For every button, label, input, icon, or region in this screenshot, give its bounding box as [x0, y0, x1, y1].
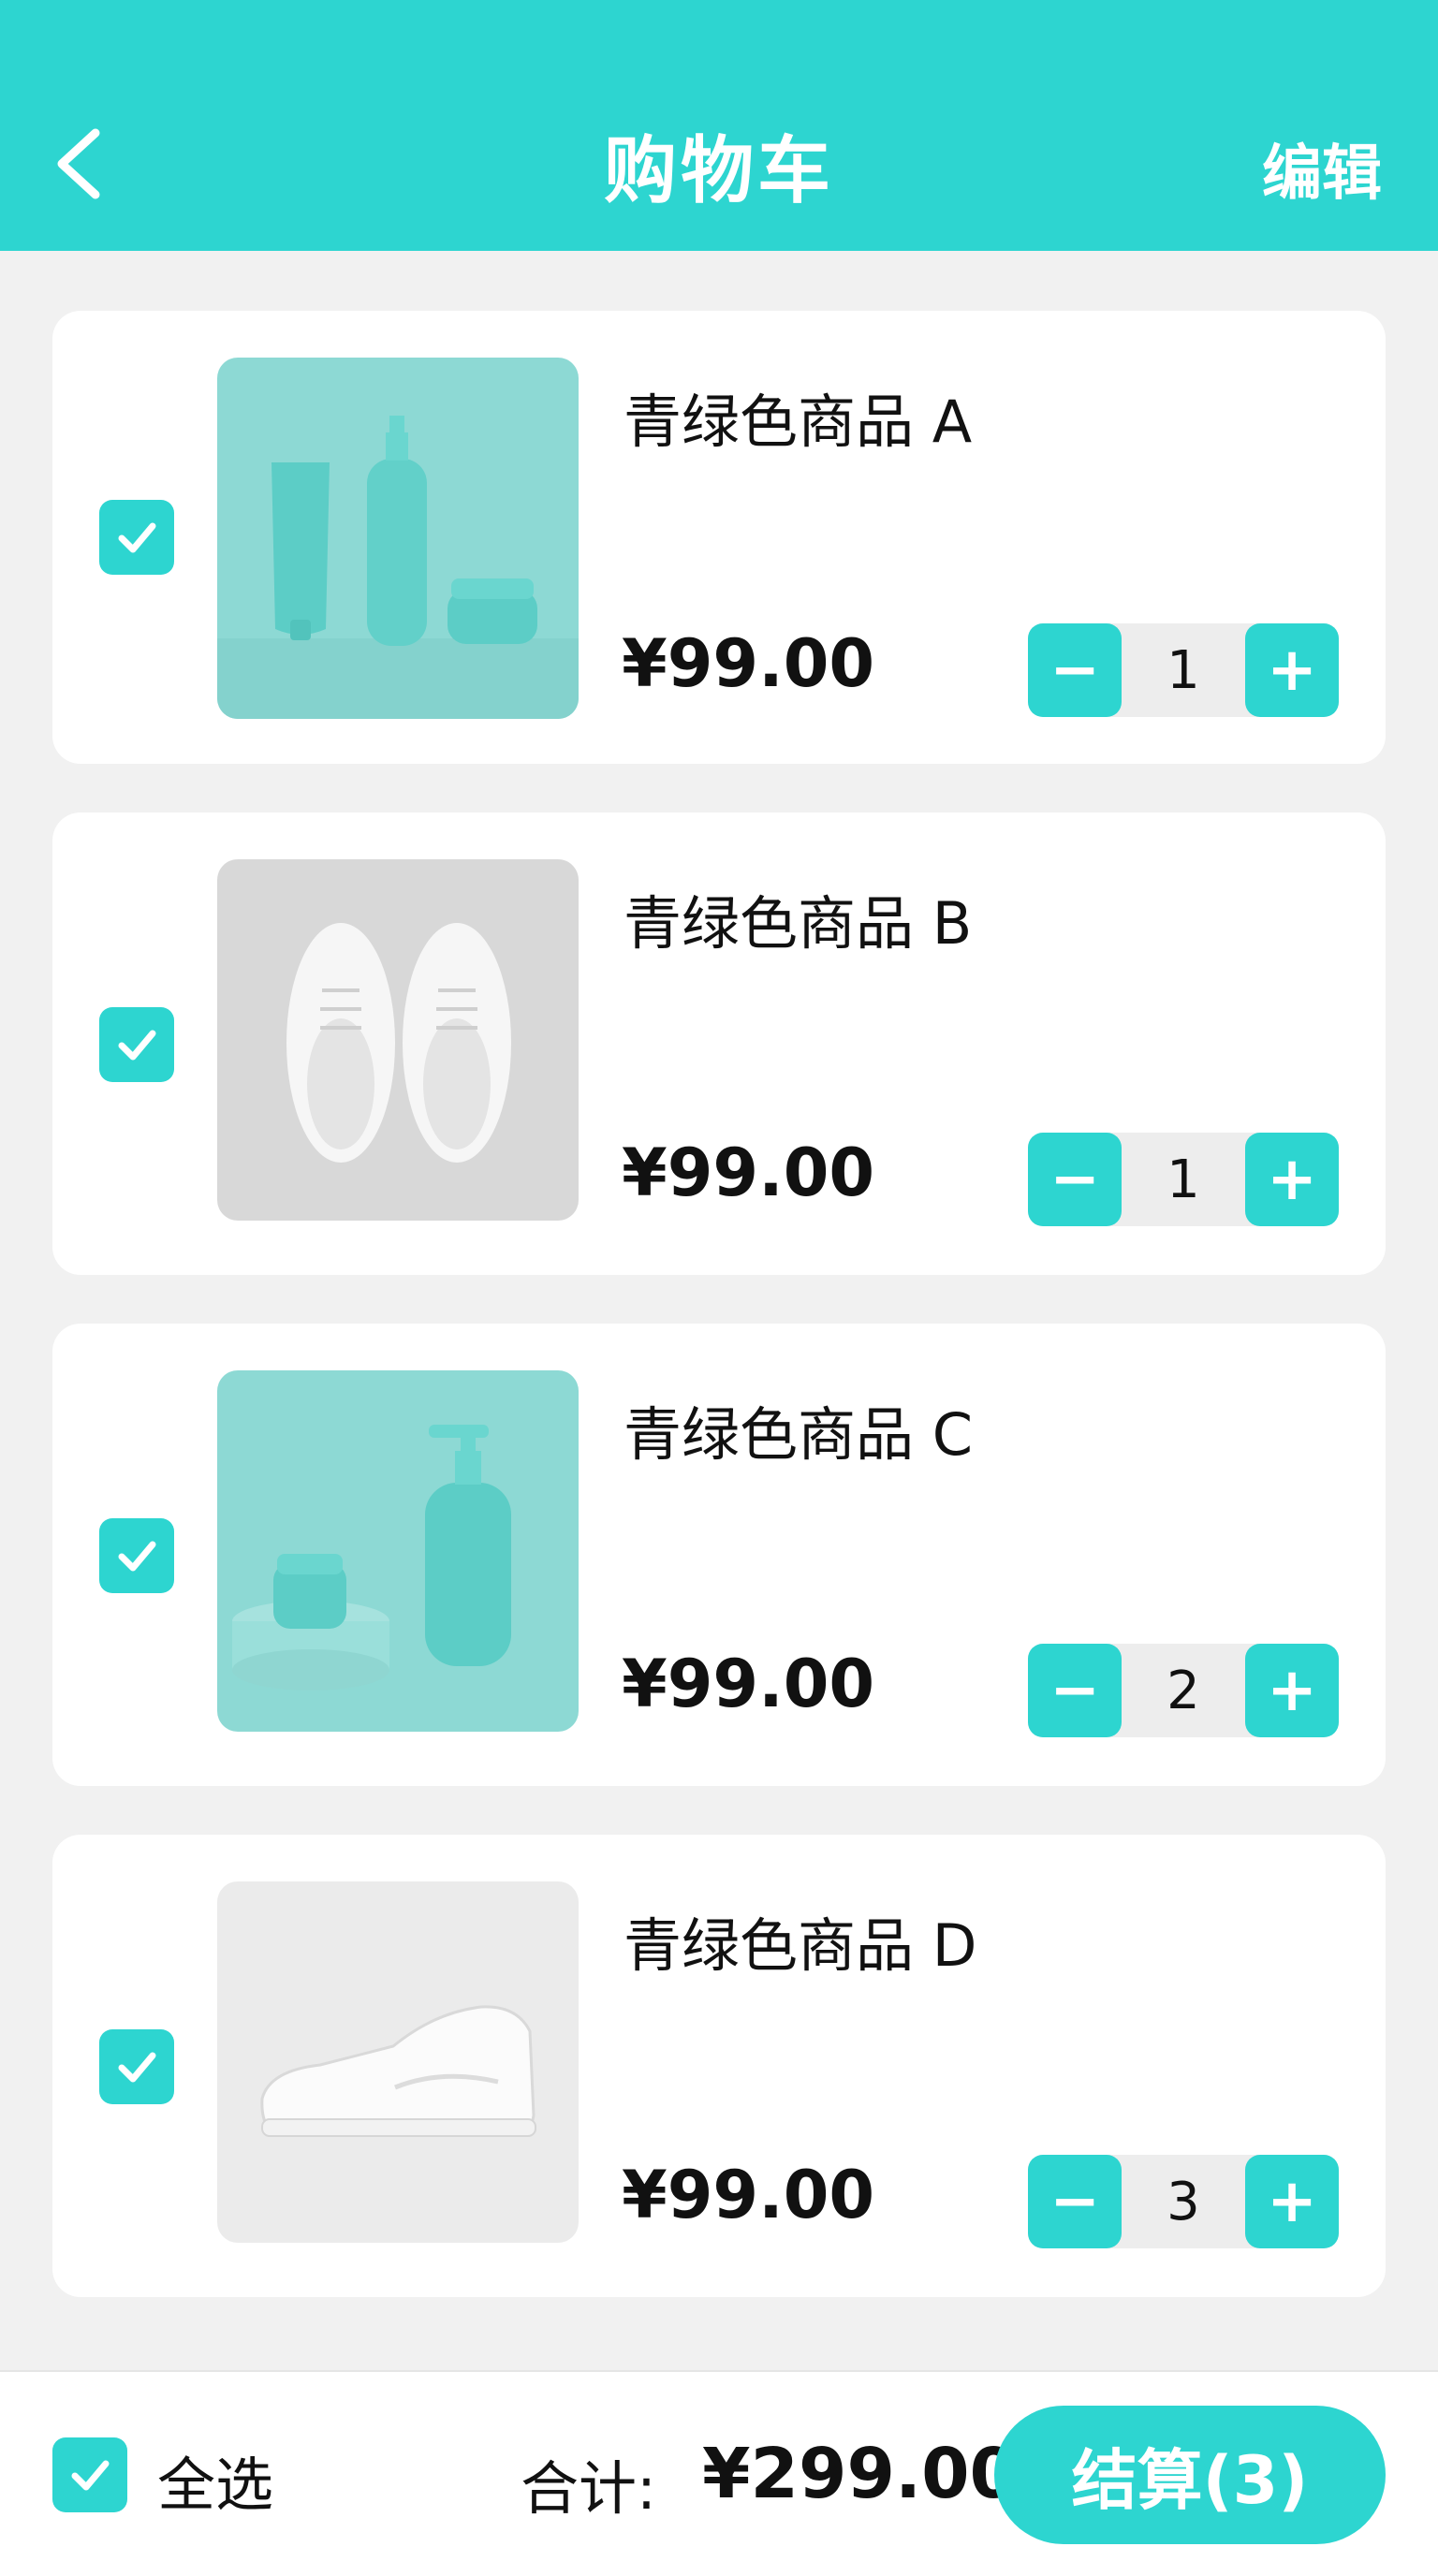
quantity-value[interactable]: 2 — [1122, 1644, 1245, 1737]
decrease-button[interactable]: − — [1028, 1133, 1122, 1226]
decrease-button[interactable]: − — [1028, 2155, 1122, 2248]
total-value: ¥299.00 — [702, 2434, 1019, 2514]
checkmark-icon — [71, 2460, 110, 2491]
checkmark-icon — [118, 522, 156, 553]
quantity-stepper: − 2 + — [1028, 1644, 1339, 1737]
product-price: ¥99.00 — [622, 1134, 875, 1211]
product-name: 青绿色商品 D — [624, 1911, 977, 1980]
item-checkbox[interactable] — [99, 500, 174, 575]
select-all-checkbox[interactable] — [52, 2437, 127, 2512]
increase-button[interactable]: + — [1245, 1133, 1339, 1226]
increase-button[interactable]: + — [1245, 1644, 1339, 1737]
checkmark-icon — [118, 1541, 156, 1572]
product-price: ¥99.00 — [622, 625, 875, 702]
item-checkbox[interactable] — [99, 2029, 174, 2104]
product-image[interactable] — [217, 358, 579, 719]
product-image[interactable] — [217, 859, 579, 1221]
select-all-label[interactable]: 全选 — [157, 2437, 273, 2522]
cart-item: 青绿色商品 A ¥99.00 − 1 + — [52, 311, 1386, 764]
top-nav-bar: 购物车 编辑 — [0, 0, 1438, 251]
increase-button[interactable]: + — [1245, 623, 1339, 717]
product-name: 青绿色商品 A — [624, 388, 973, 456]
checkmark-icon — [118, 1030, 156, 1061]
increase-button[interactable]: + — [1245, 2155, 1339, 2248]
product-image[interactable] — [217, 1881, 579, 2243]
cart-item: 青绿色商品 C ¥99.00 − 2 + — [52, 1324, 1386, 1786]
product-image[interactable] — [217, 1370, 579, 1732]
quantity-value[interactable]: 3 — [1122, 2155, 1245, 2248]
checkout-button[interactable]: 结算(3) — [994, 2406, 1386, 2544]
decrease-button[interactable]: − — [1028, 1644, 1122, 1737]
edit-button[interactable]: 编辑 — [1262, 125, 1382, 212]
product-name: 青绿色商品 B — [624, 889, 973, 958]
product-price: ¥99.00 — [622, 1646, 875, 1722]
item-checkbox[interactable] — [99, 1007, 174, 1082]
item-checkbox[interactable] — [99, 1518, 174, 1593]
checkout-bar: 全选 合计: ¥299.00 结算(3) — [0, 2370, 1438, 2576]
checkmark-icon — [118, 2052, 156, 2083]
decrease-button[interactable]: − — [1028, 623, 1122, 717]
total-label: 合计: — [521, 2454, 656, 2523]
product-name: 青绿色商品 C — [624, 1400, 973, 1469]
quantity-stepper: − 1 + — [1028, 623, 1339, 717]
cart-item: 青绿色商品 B ¥99.00 − 1 + — [52, 812, 1386, 1275]
cart-item: 青绿色商品 D ¥99.00 − 3 + — [52, 1835, 1386, 2297]
quantity-stepper: − 3 + — [1028, 2155, 1339, 2248]
product-price: ¥99.00 — [622, 2157, 875, 2233]
page-title: 购物车 — [603, 129, 834, 213]
quantity-value[interactable]: 1 — [1122, 623, 1245, 717]
quantity-value[interactable]: 1 — [1122, 1133, 1245, 1226]
quantity-stepper: − 1 + — [1028, 1133, 1339, 1226]
